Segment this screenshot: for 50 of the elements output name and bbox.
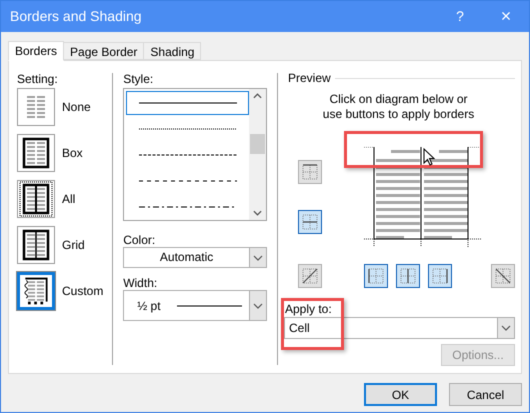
apply-to-label: Apply to: [284,301,333,317]
line-style-icon [139,101,238,105]
border-toggle-button[interactable] [364,264,388,288]
cursor-icon [422,148,435,166]
color-dropdown[interactable]: Automatic [123,247,267,268]
tab[interactable]: Shading [143,42,202,60]
preview-label: Preview [288,70,331,87]
scrollbar[interactable] [249,89,266,220]
dialog-button[interactable]: Cancel [449,383,522,406]
line-style-icon [139,153,238,157]
setting-option-label: Grid [62,237,85,254]
border-toggle-button[interactable] [298,160,322,184]
border-toggle-button[interactable] [396,264,420,288]
line-sample-icon [176,304,242,306]
width-label: Width: [123,275,158,290]
width-dropdown[interactable]: ½ pt [123,290,267,321]
setting-option-label: Box [62,145,83,162]
scroll-thumb[interactable] [250,134,265,154]
diagonal-border-icon [300,266,320,286]
chevron-down-icon [253,254,263,260]
border-toggle-button[interactable] [298,264,322,288]
color-label: Color: [123,232,156,247]
setting-option-button[interactable] [17,134,55,172]
setting-option-button[interactable] [17,272,55,310]
setting-option-label: None [62,99,91,116]
window-title: Borders and Shading [10,7,143,26]
setting-option-label: All [62,191,76,208]
table-layout-icon [18,181,54,217]
line-style-option[interactable] [126,91,249,115]
highlight-frame [280,298,344,350]
chevron-down-icon [253,302,263,308]
setting-option-label: Custom [62,283,104,300]
preview-instructions: Click on diagram below or use buttons to apply borders [322,92,476,122]
border-toggle-button[interactable] [490,264,515,288]
dialog-button[interactable]: OK [364,383,437,406]
tab[interactable]: Page Border [63,42,144,60]
setting-label: Setting: [17,71,59,86]
style-label: Style: [123,71,154,88]
border-toggle-button[interactable] [298,210,322,234]
setting-option-button[interactable] [17,180,55,218]
diagonal-border-icon [492,266,513,286]
line-style-icon [139,127,238,131]
border-toggle-button[interactable] [428,264,452,288]
apply-to-dropdown[interactable]: Cell [284,317,515,339]
chevron-down-icon [500,325,511,331]
tab[interactable]: Borders [8,41,64,61]
line-style-icon [139,179,238,183]
setting-option-button[interactable] [17,226,55,264]
chevron-down-icon [253,210,262,216]
chevron-up-icon [253,93,262,99]
